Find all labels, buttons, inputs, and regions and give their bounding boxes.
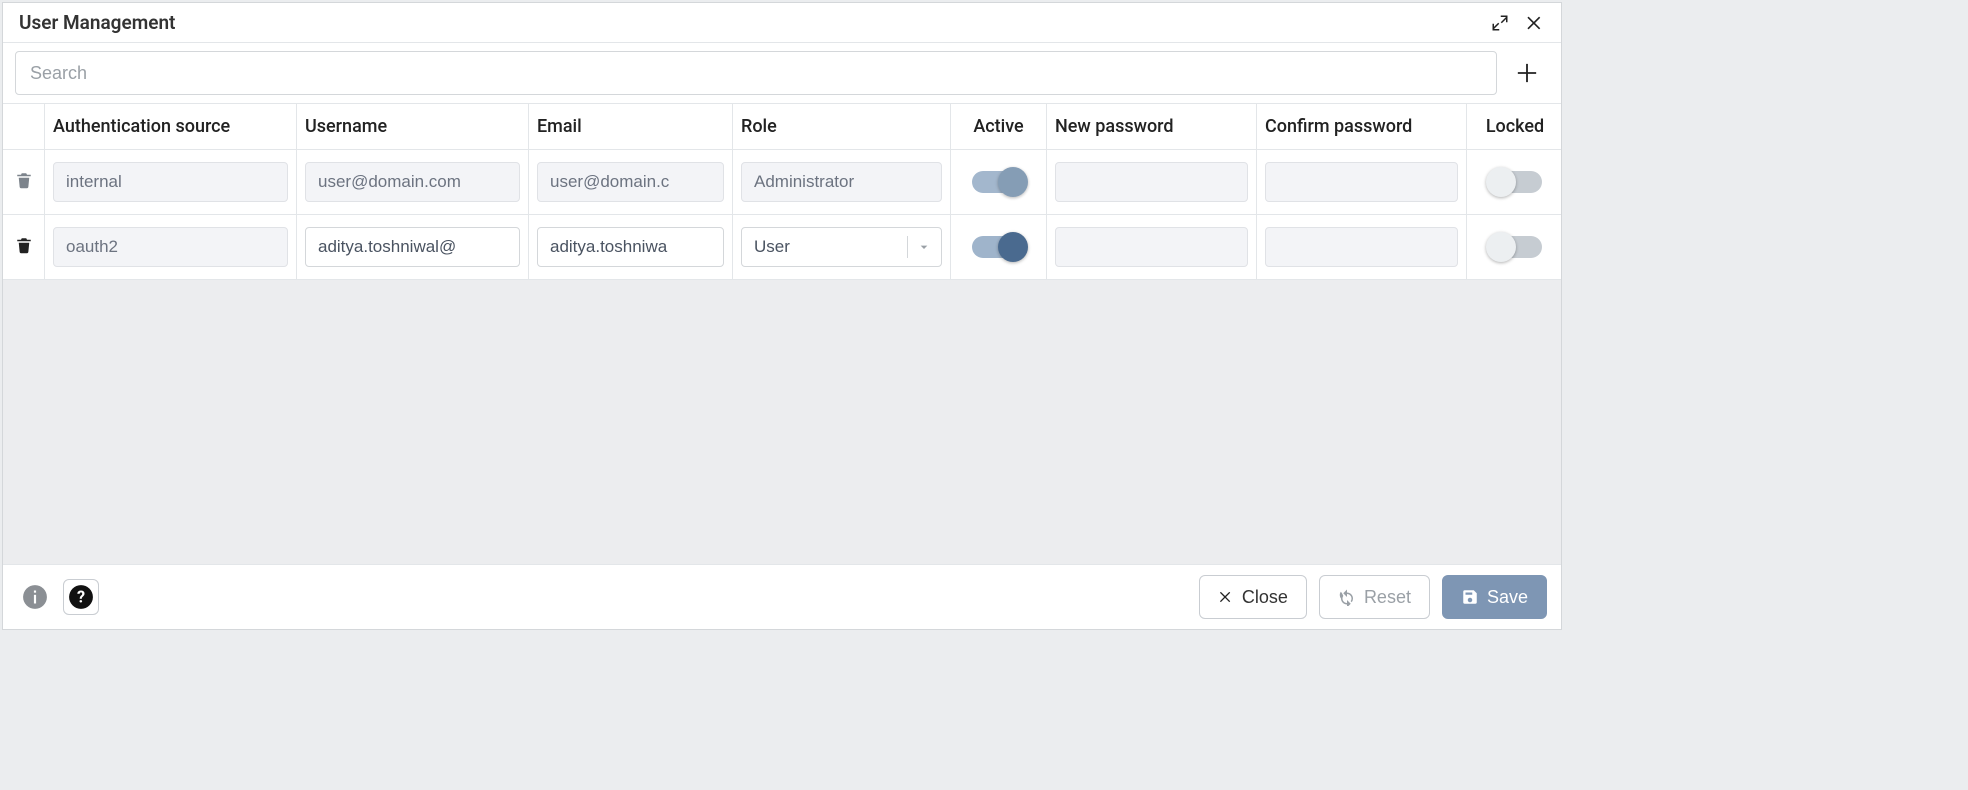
col-newpw: New password	[1047, 104, 1257, 149]
dialog-footer: ? Close Reset Save	[3, 564, 1561, 629]
locked-toggle[interactable]	[1488, 236, 1542, 258]
col-email: Email	[529, 104, 733, 149]
reset-button-label: Reset	[1364, 587, 1411, 608]
table-row	[3, 150, 1561, 215]
active-toggle	[972, 171, 1026, 193]
svg-text:?: ?	[77, 587, 85, 606]
close-icon[interactable]	[1525, 13, 1545, 33]
maximize-icon[interactable]	[1491, 14, 1509, 32]
save-button-label: Save	[1487, 587, 1528, 608]
help-icon[interactable]: ?	[63, 579, 99, 615]
add-user-button[interactable]	[1505, 51, 1549, 95]
dialog-title: User Management	[19, 11, 175, 34]
active-toggle[interactable]	[972, 236, 1026, 258]
confirm-password-field[interactable]	[1265, 162, 1458, 202]
close-button-label: Close	[1242, 587, 1288, 608]
confirm-password-field[interactable]	[1265, 227, 1458, 267]
auth-source-field	[53, 162, 288, 202]
role-select[interactable]	[741, 227, 942, 267]
table-header-row: Authentication source Username Email Rol…	[3, 104, 1561, 150]
dialog-header: User Management	[3, 3, 1561, 43]
save-button[interactable]: Save	[1442, 575, 1547, 619]
col-username: Username	[297, 104, 529, 149]
users-table: Authentication source Username Email Rol…	[3, 104, 1561, 564]
col-auth: Authentication source	[45, 104, 297, 149]
col-active: Active	[951, 104, 1047, 149]
username-field	[305, 162, 520, 202]
close-button[interactable]: Close	[1199, 575, 1307, 619]
reset-button[interactable]: Reset	[1319, 575, 1430, 619]
delete-row-icon[interactable]	[15, 235, 33, 259]
info-icon[interactable]	[17, 579, 53, 615]
username-field[interactable]	[305, 227, 520, 267]
delete-row-icon	[15, 170, 33, 194]
email-field	[537, 162, 724, 202]
table-row	[3, 215, 1561, 280]
col-delete	[3, 104, 45, 149]
locked-toggle[interactable]	[1488, 171, 1542, 193]
header-icons	[1491, 13, 1545, 33]
new-password-field[interactable]	[1055, 227, 1248, 267]
col-locked: Locked	[1467, 104, 1561, 149]
new-password-field[interactable]	[1055, 162, 1248, 202]
search-input[interactable]	[15, 51, 1497, 95]
email-field[interactable]	[537, 227, 724, 267]
col-confpw: Confirm password	[1257, 104, 1467, 149]
toolbar	[3, 43, 1561, 104]
auth-source-field	[53, 227, 288, 267]
col-role: Role	[733, 104, 951, 149]
role-select	[741, 162, 942, 202]
user-management-dialog: User Management Authentication source Us…	[2, 2, 1562, 630]
